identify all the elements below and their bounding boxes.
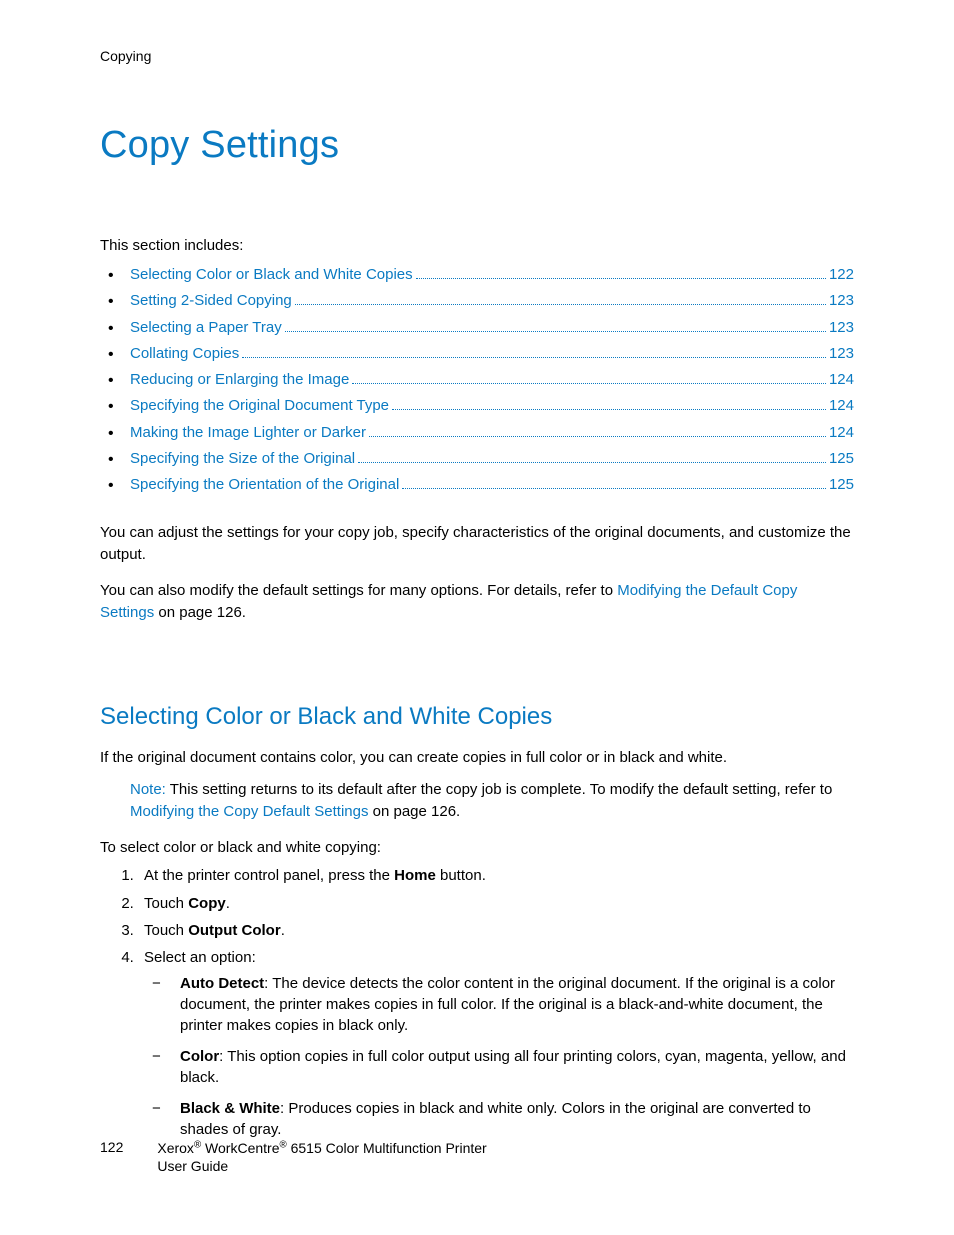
toc-item: Making the Image Lighter or Darker 124	[100, 420, 854, 446]
toc-item: Reducing or Enlarging the Image 124	[100, 367, 854, 393]
footer-text: Xerox® WorkCentre® 6515 Color Multifunct…	[157, 1139, 486, 1175]
toc-dots	[352, 383, 826, 384]
sub-intro: If the original document contains color,…	[100, 747, 854, 769]
text: You can also modify the default settings…	[100, 582, 617, 599]
page-footer: 122 Xerox® WorkCentre® 6515 Color Multif…	[100, 1139, 487, 1175]
option-name: Color	[180, 1048, 219, 1065]
toc-dots	[295, 304, 826, 305]
step-item: Touch Output Color.	[138, 919, 854, 942]
toc-dots	[285, 331, 826, 332]
step-item: Select an option: Auto Detect: The devic…	[138, 946, 854, 1140]
option-desc: : The device detects the color content i…	[180, 975, 835, 1034]
running-header: Copying	[100, 48, 854, 64]
toc-page[interactable]: 124	[829, 393, 854, 419]
footer-page-number: 122	[100, 1139, 123, 1155]
toc-dots	[369, 436, 826, 437]
intro-paragraph-1: You can adjust the settings for your cop…	[100, 522, 854, 566]
toc-page[interactable]: 123	[829, 315, 854, 341]
step-item: At the printer control panel, press the …	[138, 864, 854, 887]
toc-page[interactable]: 125	[829, 446, 854, 472]
toc-item: Setting 2-Sided Copying 123	[100, 288, 854, 314]
text: At the printer control panel, press the	[144, 867, 394, 884]
text: button.	[436, 867, 486, 884]
toc-page[interactable]: 122	[829, 262, 854, 288]
options-list: Auto Detect: The device detects the colo…	[144, 973, 854, 1140]
steps-intro: To select color or black and white copyi…	[100, 837, 854, 859]
toc-page[interactable]: 125	[829, 472, 854, 498]
intro-paragraph-2: You can also modify the default settings…	[100, 580, 854, 624]
toc-dots	[402, 488, 826, 489]
toc-item: Specifying the Orientation of the Origin…	[100, 472, 854, 498]
bold-text: Home	[394, 867, 436, 884]
toc-page[interactable]: 124	[829, 367, 854, 393]
text: .	[226, 895, 230, 912]
footer-model: 6515 Color Multifunction Printer	[287, 1140, 487, 1156]
toc-dots	[416, 278, 826, 279]
toc-page[interactable]: 123	[829, 341, 854, 367]
toc-link[interactable]: Specifying the Orientation of the Origin…	[130, 472, 399, 498]
toc-link[interactable]: Selecting Color or Black and White Copie…	[130, 262, 413, 288]
option-desc: : This option copies in full color outpu…	[180, 1048, 846, 1086]
steps-list: At the printer control panel, press the …	[100, 864, 854, 1140]
option-name: Auto Detect	[180, 975, 264, 992]
step-item: Touch Copy.	[138, 892, 854, 915]
option-item: Color: This option copies in full color …	[180, 1046, 854, 1088]
toc-item: Selecting Color or Black and White Copie…	[100, 262, 854, 288]
note-text: This setting returns to its default afte…	[166, 781, 832, 798]
footer-doc-title: User Guide	[157, 1157, 486, 1175]
toc-link[interactable]: Reducing or Enlarging the Image	[130, 367, 349, 393]
text: on page 126.	[154, 604, 246, 621]
note-label: Note:	[130, 781, 166, 798]
bold-text: Copy	[188, 895, 226, 912]
text: Touch	[144, 895, 188, 912]
registered-icon: ®	[279, 1139, 286, 1150]
toc-dots	[358, 462, 826, 463]
toc-link[interactable]: Specifying the Original Document Type	[130, 393, 389, 419]
toc-page[interactable]: 123	[829, 288, 854, 314]
toc-item: Specifying the Original Document Type 12…	[100, 393, 854, 419]
toc-item: Selecting a Paper Tray 123	[100, 315, 854, 341]
footer-brand: Xerox	[157, 1140, 194, 1156]
modify-copy-defaults-link[interactable]: Modifying the Copy Default Settings	[130, 803, 368, 820]
toc-item: Collating Copies 123	[100, 341, 854, 367]
text: .	[281, 922, 285, 939]
page-title: Copy Settings	[100, 124, 854, 167]
bold-text: Output Color	[188, 922, 280, 939]
toc-link[interactable]: Selecting a Paper Tray	[130, 315, 282, 341]
footer-product: WorkCentre	[201, 1140, 279, 1156]
toc-link[interactable]: Setting 2-Sided Copying	[130, 288, 292, 314]
option-name: Black & White	[180, 1100, 280, 1117]
option-item: Auto Detect: The device detects the colo…	[180, 973, 854, 1036]
toc-page[interactable]: 124	[829, 420, 854, 446]
note-text: on page 126.	[368, 803, 460, 820]
toc-link[interactable]: Specifying the Size of the Original	[130, 446, 355, 472]
toc-dots	[242, 357, 826, 358]
toc-item: Specifying the Size of the Original 125	[100, 446, 854, 472]
toc-link[interactable]: Making the Image Lighter or Darker	[130, 420, 366, 446]
subheading-selecting-color: Selecting Color or Black and White Copie…	[100, 703, 854, 731]
toc-list: Selecting Color or Black and White Copie…	[100, 262, 854, 498]
text: Select an option:	[144, 949, 256, 966]
toc-dots	[392, 409, 826, 410]
note-block: Note: This setting returns to its defaul…	[130, 779, 854, 823]
option-item: Black & White: Produces copies in black …	[180, 1098, 854, 1140]
toc-link[interactable]: Collating Copies	[130, 341, 239, 367]
section-includes-label: This section includes:	[100, 237, 854, 254]
text: Touch	[144, 922, 188, 939]
